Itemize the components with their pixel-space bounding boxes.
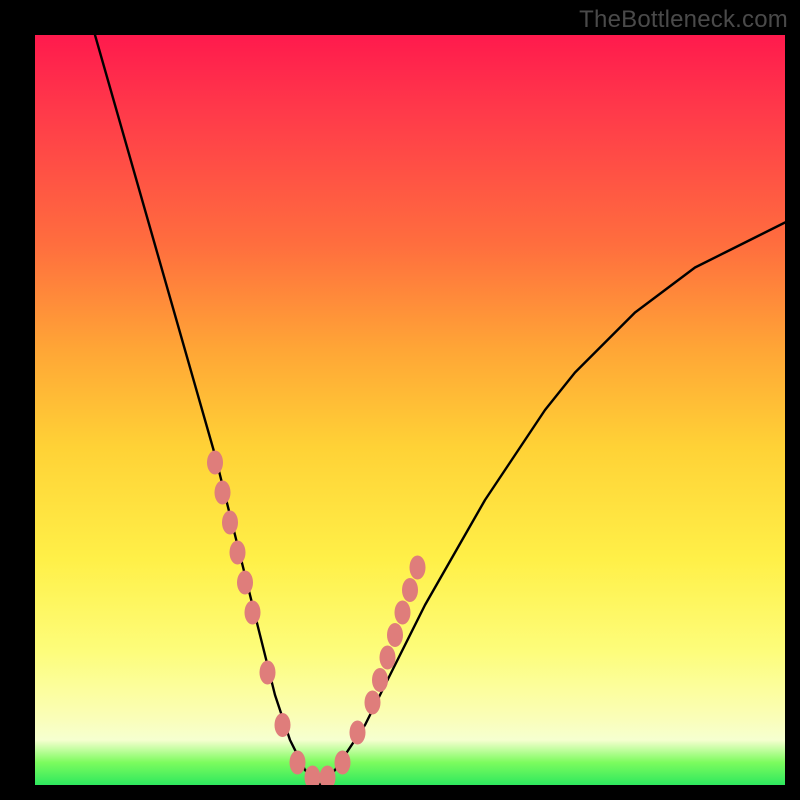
watermark-text: TheBottleneck.com — [579, 6, 788, 34]
bottleneck-curve-svg — [35, 35, 785, 785]
curve-marker — [335, 751, 351, 775]
curve-marker — [207, 451, 223, 475]
curve-marker — [365, 691, 381, 715]
curve-marker — [215, 481, 231, 505]
curve-marker — [245, 601, 261, 625]
curve-marker — [237, 571, 253, 595]
curve-marker — [372, 668, 388, 692]
curve-marker — [305, 766, 321, 786]
curve-marker — [350, 721, 366, 745]
curve-marker — [222, 511, 238, 535]
curve-marker — [275, 713, 291, 737]
curve-marker — [402, 578, 418, 602]
curve-marker — [290, 751, 306, 775]
curve-marker — [380, 646, 396, 670]
chart-frame: TheBottleneck.com — [0, 0, 800, 800]
bottleneck-curve-path — [95, 35, 785, 785]
curve-marker — [230, 541, 246, 565]
plot-area — [35, 35, 785, 785]
curve-marker — [260, 661, 276, 685]
marker-group — [207, 451, 426, 786]
curve-marker — [320, 766, 336, 786]
curve-marker — [387, 623, 403, 647]
curve-marker — [410, 556, 426, 580]
curve-marker — [395, 601, 411, 625]
